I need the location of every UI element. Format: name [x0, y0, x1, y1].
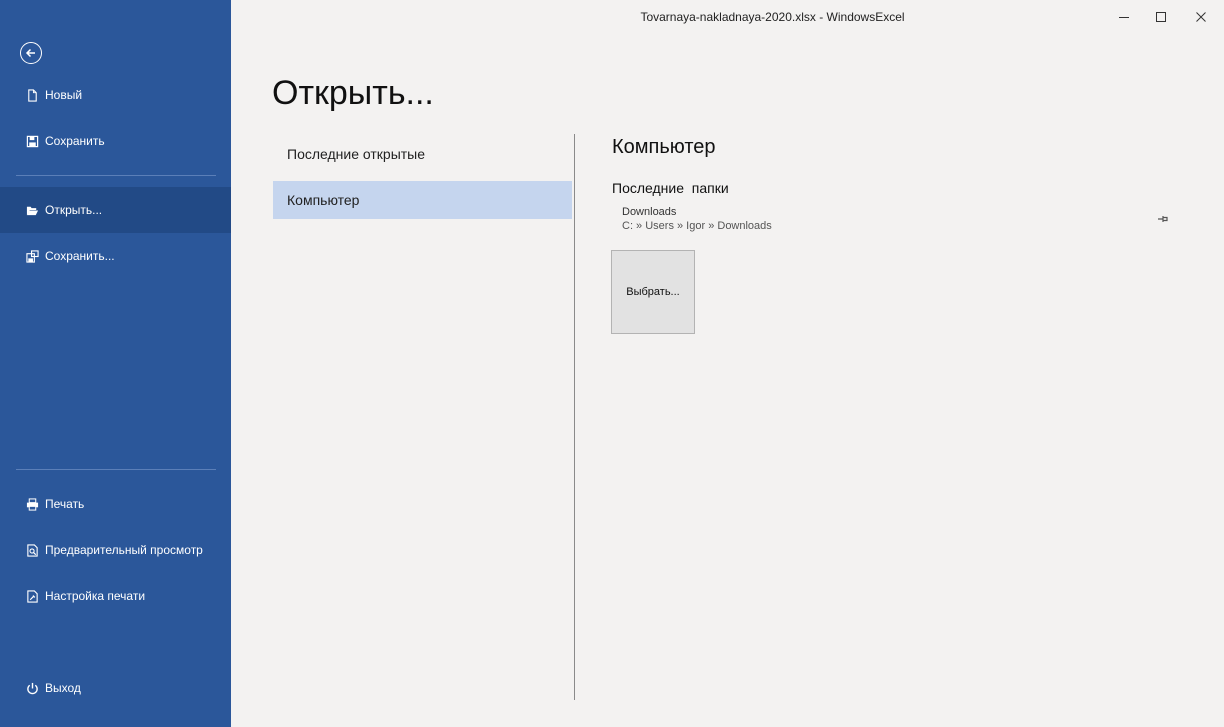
folder-name: Downloads: [622, 206, 677, 218]
save-as-icon: [25, 249, 39, 263]
print-preview-icon: [25, 543, 39, 557]
print-settings-icon: [25, 589, 39, 603]
sidebar-item-label: Печать: [45, 497, 85, 511]
folder-path: C: » Users » Igor » Downloads: [622, 220, 772, 232]
sidebar-item-label: Новый: [45, 88, 83, 102]
minimize-icon[interactable]: [1109, 6, 1139, 28]
backstage-sidebar: Новый Сохранить Открыть... Сохранить... …: [0, 0, 231, 727]
pin-icon[interactable]: [1156, 212, 1170, 226]
sidebar-item-label: Открыть...: [45, 203, 103, 217]
location-computer[interactable]: Компьютер: [273, 181, 572, 219]
sidebar-item-label: Выход: [45, 681, 81, 695]
print-icon: [25, 497, 39, 511]
sidebar-item-print-settings[interactable]: Настройка печати: [0, 573, 231, 619]
sidebar-item-label: Сохранить: [45, 134, 105, 148]
sidebar-item-label: Сохранить...: [45, 249, 115, 263]
sidebar-item-open[interactable]: Открыть...: [0, 187, 231, 233]
sidebar-divider: [16, 469, 216, 470]
open-folder-icon: [25, 203, 39, 217]
sidebar-item-exit[interactable]: Выход: [0, 665, 231, 711]
back-arrow-icon[interactable]: [20, 42, 42, 64]
sidebar-item-print[interactable]: Печать: [0, 481, 231, 527]
recent-folders-heading: Последние папки: [612, 180, 729, 196]
sidebar-item-print-preview[interactable]: Предварительный просмотр: [0, 527, 231, 573]
pane-divider: [574, 134, 575, 700]
maximize-icon[interactable]: [1146, 6, 1176, 28]
window-title: Tovarnaya-nakladnaya-2020.xlsx - Windows…: [640, 10, 905, 24]
sidebar-item-new[interactable]: Новый: [0, 72, 231, 118]
sidebar-item-label: Предварительный просмотр: [45, 543, 203, 557]
sidebar-divider: [16, 175, 216, 176]
sidebar-item-save-as[interactable]: Сохранить...: [0, 233, 231, 279]
close-icon[interactable]: [1186, 6, 1216, 28]
new-document-icon: [25, 88, 39, 102]
page-title: Открыть...: [272, 74, 434, 112]
power-icon: [25, 681, 39, 695]
sidebar-item-label: Настройка печати: [45, 589, 146, 603]
recent-folder-item[interactable]: Downloads C: » Users » Igor » Downloads: [612, 203, 1174, 239]
browse-button[interactable]: Выбрать...: [611, 250, 695, 334]
right-pane-title: Компьютер: [612, 136, 716, 158]
location-recent[interactable]: Последние открытые: [273, 135, 572, 173]
save-icon: [25, 134, 39, 148]
sidebar-item-save[interactable]: Сохранить: [0, 118, 231, 164]
